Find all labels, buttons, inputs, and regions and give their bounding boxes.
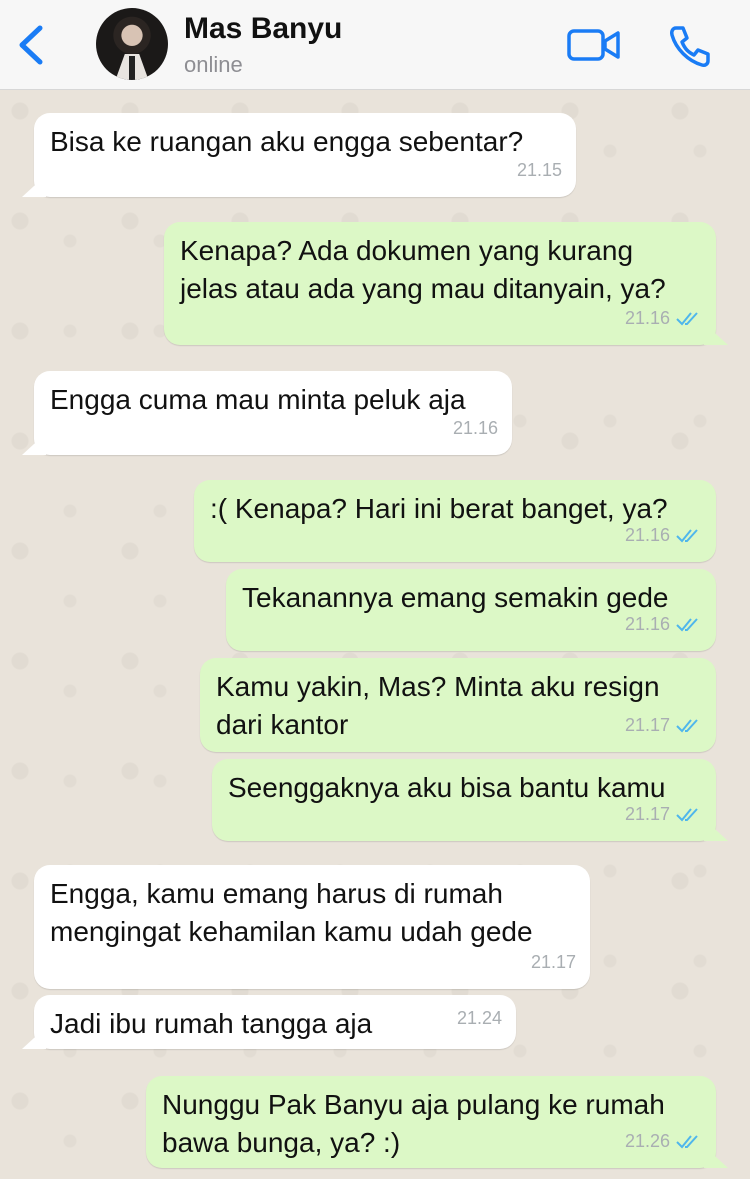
message-time: 21.16 xyxy=(624,308,670,328)
message-bubble[interactable]: Nunggu Pak Banyu aja pulang ke rumah baw… xyxy=(146,1076,716,1168)
message-text: Bisa ke ruangan aku engga sebentar? xyxy=(50,126,524,157)
double-check-icon xyxy=(676,1135,698,1149)
message-bubble[interactable]: Engga cuma mau minta peluk aja 21.16 xyxy=(34,371,512,455)
message-bubble[interactable]: Seenggaknya aku bisa bantu kamu 21.17 xyxy=(212,759,716,841)
contact-name[interactable]: Mas Banyu xyxy=(184,12,342,46)
message-bubble[interactable]: Kenapa? Ada dokumen yang kurang jelas at… xyxy=(164,222,716,345)
double-check-icon xyxy=(676,808,698,822)
message-time: 21.17 xyxy=(624,715,670,735)
message-meta: 21.24 xyxy=(457,999,502,1037)
chevron-left-icon[interactable] xyxy=(14,22,48,68)
avatar[interactable] xyxy=(96,8,168,80)
message-time: 21.26 xyxy=(624,1131,670,1151)
message-time: 21.17 xyxy=(624,804,670,824)
contact-status: online xyxy=(184,52,243,77)
message-bubble[interactable]: Bisa ke ruangan aku engga sebentar? 21.1… xyxy=(34,113,576,197)
message-meta: 21.16 xyxy=(453,409,498,447)
message-time: 21.17 xyxy=(530,952,576,972)
message-text: Engga, kamu emang harus di rumah menging… xyxy=(50,878,533,947)
message-bubble[interactable]: Jadi ibu rumah tangga aja 21.24 xyxy=(34,995,516,1049)
message-time: 21.16 xyxy=(624,525,670,545)
message-time: 21.16 xyxy=(452,418,498,438)
message-bubble[interactable]: Tekanannya emang semakin gede 21.16 xyxy=(226,569,716,651)
double-check-icon xyxy=(676,529,698,543)
message-bubble[interactable]: Engga, kamu emang harus di rumah menging… xyxy=(34,865,590,989)
message-meta: 21.16 xyxy=(625,516,702,554)
message-meta: 21.17 xyxy=(625,795,702,833)
message-meta: 21.16 xyxy=(625,299,702,337)
message-bubble[interactable]: Kamu yakin, Mas? Minta aku resign dari k… xyxy=(200,658,716,752)
video-camera-icon[interactable] xyxy=(566,26,622,64)
chat-header: Mas Banyu online xyxy=(0,0,750,90)
phone-icon[interactable] xyxy=(666,22,714,70)
message-time: 21.16 xyxy=(624,614,670,634)
double-check-icon xyxy=(676,312,698,326)
avatar-tie xyxy=(129,56,135,80)
message-meta: 21.15 xyxy=(517,151,562,189)
message-text: Kenapa? Ada dokumen yang kurang jelas at… xyxy=(180,235,666,304)
chat-area[interactable]: Bisa ke ruangan aku engga sebentar? 21.1… xyxy=(0,91,750,1179)
double-check-icon xyxy=(676,719,698,733)
message-time: 21.15 xyxy=(516,160,562,180)
message-meta: 21.16 xyxy=(625,605,702,643)
message-meta: 21.26 xyxy=(625,1122,702,1160)
message-time: 21.24 xyxy=(456,1008,502,1028)
double-check-icon xyxy=(676,618,698,632)
message-text: Jadi ibu rumah tangga aja xyxy=(50,1008,373,1039)
message-meta: 21.17 xyxy=(625,706,702,744)
message-bubble[interactable]: :( Kenapa? Hari ini berat banget, ya? 21… xyxy=(194,480,716,562)
message-text: Engga cuma mau minta peluk aja xyxy=(50,384,466,415)
message-meta: 21.17 xyxy=(531,943,576,981)
message-text: Nunggu Pak Banyu aja pulang ke rumah baw… xyxy=(162,1089,665,1158)
